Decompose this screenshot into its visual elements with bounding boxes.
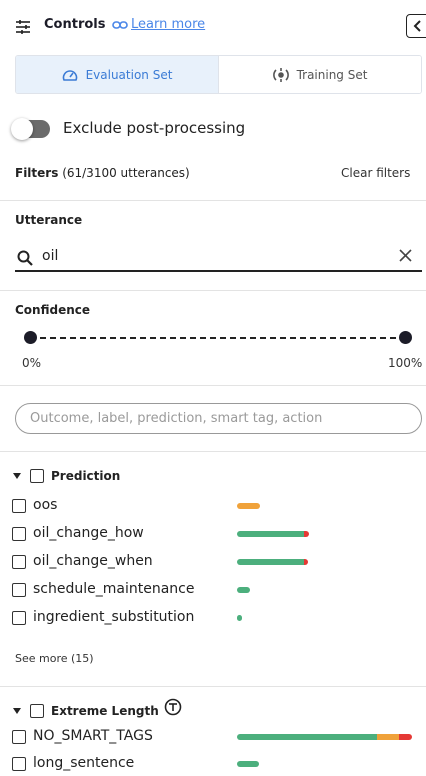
item-label[interactable]: long_sentence — [33, 755, 134, 771]
bar-segment — [237, 761, 259, 767]
item-checkbox[interactable] — [12, 499, 26, 513]
item-checkbox[interactable] — [12, 527, 26, 541]
sliders-icon — [16, 20, 30, 34]
confidence-slider-max-handle[interactable] — [399, 331, 412, 344]
confidence-max-label: 100% — [388, 356, 423, 370]
link-icon[interactable] — [112, 18, 128, 32]
clear-filters-button[interactable]: Clear filters — [341, 166, 410, 180]
search-icon — [17, 250, 33, 266]
collapse-panel-button[interactable] — [406, 14, 426, 38]
prediction-title: Prediction — [51, 469, 121, 483]
tab-training-set-label: Training Set — [296, 67, 368, 82]
toggle-label: Exclude post-processing — [63, 119, 246, 137]
item-checkbox[interactable] — [12, 611, 26, 625]
item-label[interactable]: NO_SMART_TAGS — [33, 728, 153, 744]
training-icon — [272, 67, 289, 82]
chevron-left-icon — [413, 20, 421, 32]
toggle-knob — [11, 118, 33, 140]
tab-evaluation-set[interactable]: Evaluation Set — [16, 56, 219, 93]
distribution-bar — [237, 503, 260, 509]
distribution-bar — [237, 734, 412, 740]
confidence-slider-track — [30, 337, 406, 339]
distribution-bar — [237, 531, 309, 537]
filters-title: Filters — [15, 166, 59, 180]
filters-count: (61/3100 utterances) — [62, 166, 190, 180]
bar-segment — [237, 734, 377, 740]
caret-down-icon[interactable] — [13, 473, 21, 479]
smart-tag-icon — [164, 698, 182, 716]
item-label[interactable]: oil_change_how — [33, 525, 144, 541]
distribution-bar — [237, 615, 242, 621]
close-icon[interactable] — [399, 249, 412, 262]
caret-down-icon[interactable] — [13, 708, 21, 714]
tab-evaluation-set-label: Evaluation Set — [85, 67, 173, 82]
bar-segment — [304, 559, 308, 565]
item-checkbox[interactable] — [12, 555, 26, 569]
divider — [0, 686, 426, 687]
item-checkbox[interactable] — [12, 583, 26, 597]
item-label[interactable]: oos — [33, 497, 57, 513]
filters-heading: Filters (61/3100 utterances) — [15, 166, 190, 180]
item-label[interactable]: oil_change_when — [33, 553, 153, 569]
extreme-length-title: Extreme Length — [51, 704, 159, 718]
item-checkbox[interactable] — [12, 730, 26, 744]
dataset-tabs: Evaluation Set Training Set — [15, 55, 422, 94]
item-label[interactable]: schedule_maintenance — [33, 581, 194, 597]
distribution-bar — [237, 761, 259, 767]
bar-segment — [377, 734, 399, 740]
bar-segment — [304, 531, 309, 537]
gauge-icon — [62, 69, 77, 81]
confidence-title: Confidence — [15, 303, 91, 317]
item-label[interactable]: ingredient_substitution — [33, 609, 194, 625]
learn-more-link[interactable]: Learn more — [131, 17, 205, 32]
bar-segment — [237, 587, 250, 593]
bar-segment — [237, 615, 242, 621]
search-underline — [15, 270, 422, 272]
tab-training-set[interactable]: Training Set — [219, 56, 421, 93]
distribution-bar — [237, 587, 250, 593]
bar-segment — [237, 559, 304, 565]
panel-title: Controls — [44, 17, 106, 32]
divider — [0, 451, 426, 452]
prediction-group-checkbox[interactable] — [30, 469, 44, 483]
distribution-bar — [237, 559, 308, 565]
exclude-post-processing-toggle[interactable] — [11, 118, 50, 140]
divider — [0, 385, 426, 386]
bar-segment — [399, 734, 412, 740]
bar-segment — [237, 503, 260, 509]
confidence-slider-min-handle[interactable] — [24, 331, 37, 344]
filter-search-input[interactable] — [15, 403, 422, 434]
divider — [0, 290, 426, 291]
divider — [0, 200, 426, 201]
extreme-length-group-checkbox[interactable] — [30, 704, 44, 718]
utterance-search-input[interactable] — [42, 244, 382, 268]
item-checkbox[interactable] — [12, 757, 26, 771]
utterance-title: Utterance — [15, 213, 83, 227]
bar-segment — [237, 531, 304, 537]
see-more-link[interactable]: See more (15) — [15, 652, 94, 665]
confidence-min-label: 0% — [22, 356, 42, 370]
